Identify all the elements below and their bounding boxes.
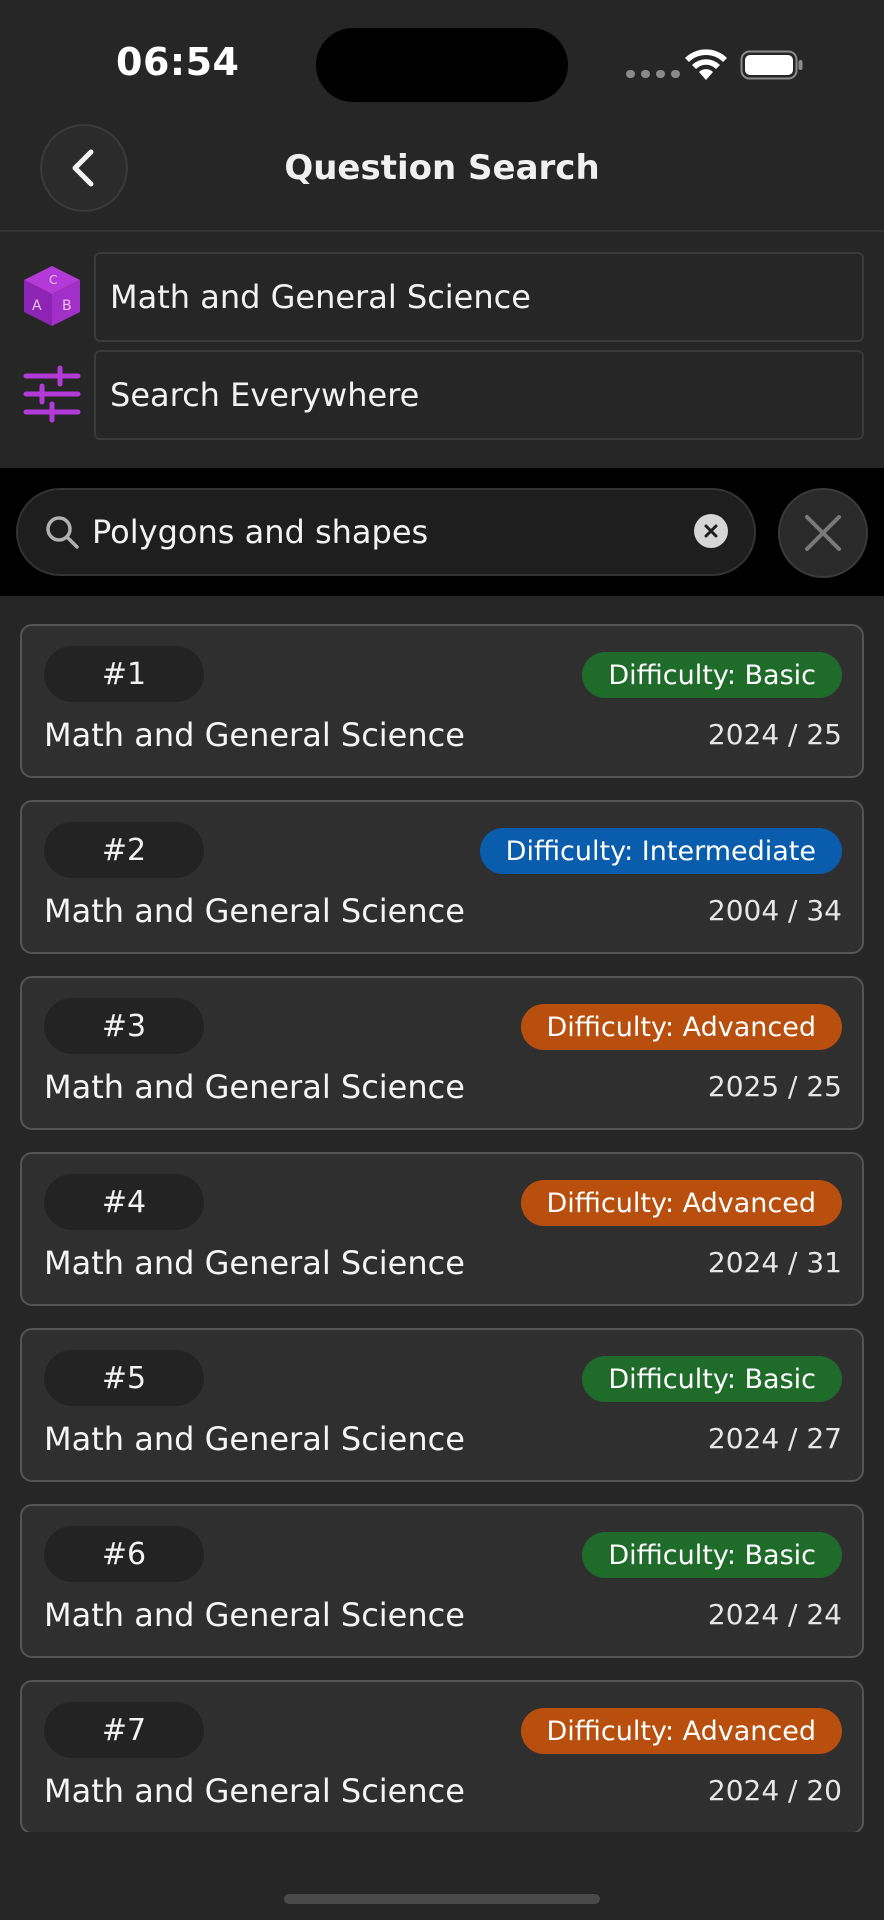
close-search-button[interactable] [778,488,868,578]
nav-header: Question Search [0,120,884,232]
sliders-icon [23,365,81,423]
search-input[interactable] [92,490,692,574]
difficulty-badge: Difficulty: Basic [582,652,842,698]
battery-icon [740,50,803,80]
card-year: 2024 / 27 [707,1422,842,1455]
subject-selector[interactable]: Math and General Science [94,252,864,342]
status-time: 06:54 [116,40,240,84]
result-card[interactable]: #5 Difficulty: Basic Math and General Scie… [20,1328,864,1482]
search-bar-area [0,468,884,596]
filters-panel: C A B Math and General Science Search Ev… [0,234,884,468]
card-subject: Math and General Science [44,1244,465,1282]
svg-text:A: A [32,298,42,314]
home-indicator [284,1894,600,1904]
search-box[interactable] [16,488,756,576]
svg-text:C: C [49,273,57,287]
dynamic-island [316,28,568,102]
cube-abc-icon: C A B [24,266,80,326]
result-card[interactable]: #4 Difficulty: Advanced Math and General S… [20,1152,864,1306]
result-card[interactable]: #1 Difficulty: Basic Math and General Scie… [20,624,864,778]
app-screen: 06:54 Question Search C A B Math and Gen… [0,0,884,1920]
result-card[interactable]: #3 Difficulty: Advanced Math and General S… [20,976,864,1130]
card-year: 2024 / 20 [707,1774,842,1807]
results-list: #1 Difficulty: Basic Math and General Scie… [0,596,884,1832]
question-number-pill: #6 [44,1526,204,1582]
card-year: 2004 / 34 [707,894,842,927]
clear-search-button[interactable] [694,514,728,548]
card-subject: Math and General Science [44,716,465,754]
card-subject: Math and General Science [44,1772,465,1810]
scope-filter-row: Search Everywhere [0,350,884,440]
card-year: 2025 / 25 [707,1070,842,1103]
wifi-icon [685,49,727,80]
question-number-pill: #1 [44,646,204,702]
clear-x-icon [704,524,718,538]
card-subject: Math and General Science [44,1420,465,1458]
result-card[interactable]: #7 Difficulty: Advanced Math and General S… [20,1680,864,1832]
svg-text:B: B [62,298,72,314]
card-year: 2024 / 24 [707,1598,842,1631]
status-bar: 06:54 [0,0,884,120]
card-subject: Math and General Science [44,1068,465,1106]
question-number-pill: #7 [44,1702,204,1758]
question-number-pill: #3 [44,998,204,1054]
difficulty-badge: Difficulty: Intermediate [479,828,842,874]
result-card[interactable]: #2 Difficulty: Intermediate Math and Gener… [20,800,864,954]
difficulty-badge: Difficulty: Basic [582,1532,842,1578]
page-title: Question Search [284,148,600,188]
card-year: 2024 / 25 [707,718,842,751]
cellular-signal-icon [626,70,682,78]
card-subject: Math and General Science [44,892,465,930]
difficulty-badge: Difficulty: Advanced [520,1004,842,1050]
difficulty-badge: Difficulty: Advanced [520,1180,842,1226]
card-subject: Math and General Science [44,1596,465,1634]
question-number-pill: #4 [44,1174,204,1230]
question-number-pill: #5 [44,1350,204,1406]
search-icon [46,516,79,549]
question-number-pill: #2 [44,822,204,878]
subject-filter-row: C A B Math and General Science [0,252,884,342]
scope-selector[interactable]: Search Everywhere [94,350,864,440]
difficulty-badge: Difficulty: Basic [582,1356,842,1402]
card-year: 2024 / 31 [707,1246,842,1279]
close-icon [805,515,841,551]
difficulty-badge: Difficulty: Advanced [520,1708,842,1754]
result-card[interactable]: #6 Difficulty: Basic Math and General Scie… [20,1504,864,1658]
